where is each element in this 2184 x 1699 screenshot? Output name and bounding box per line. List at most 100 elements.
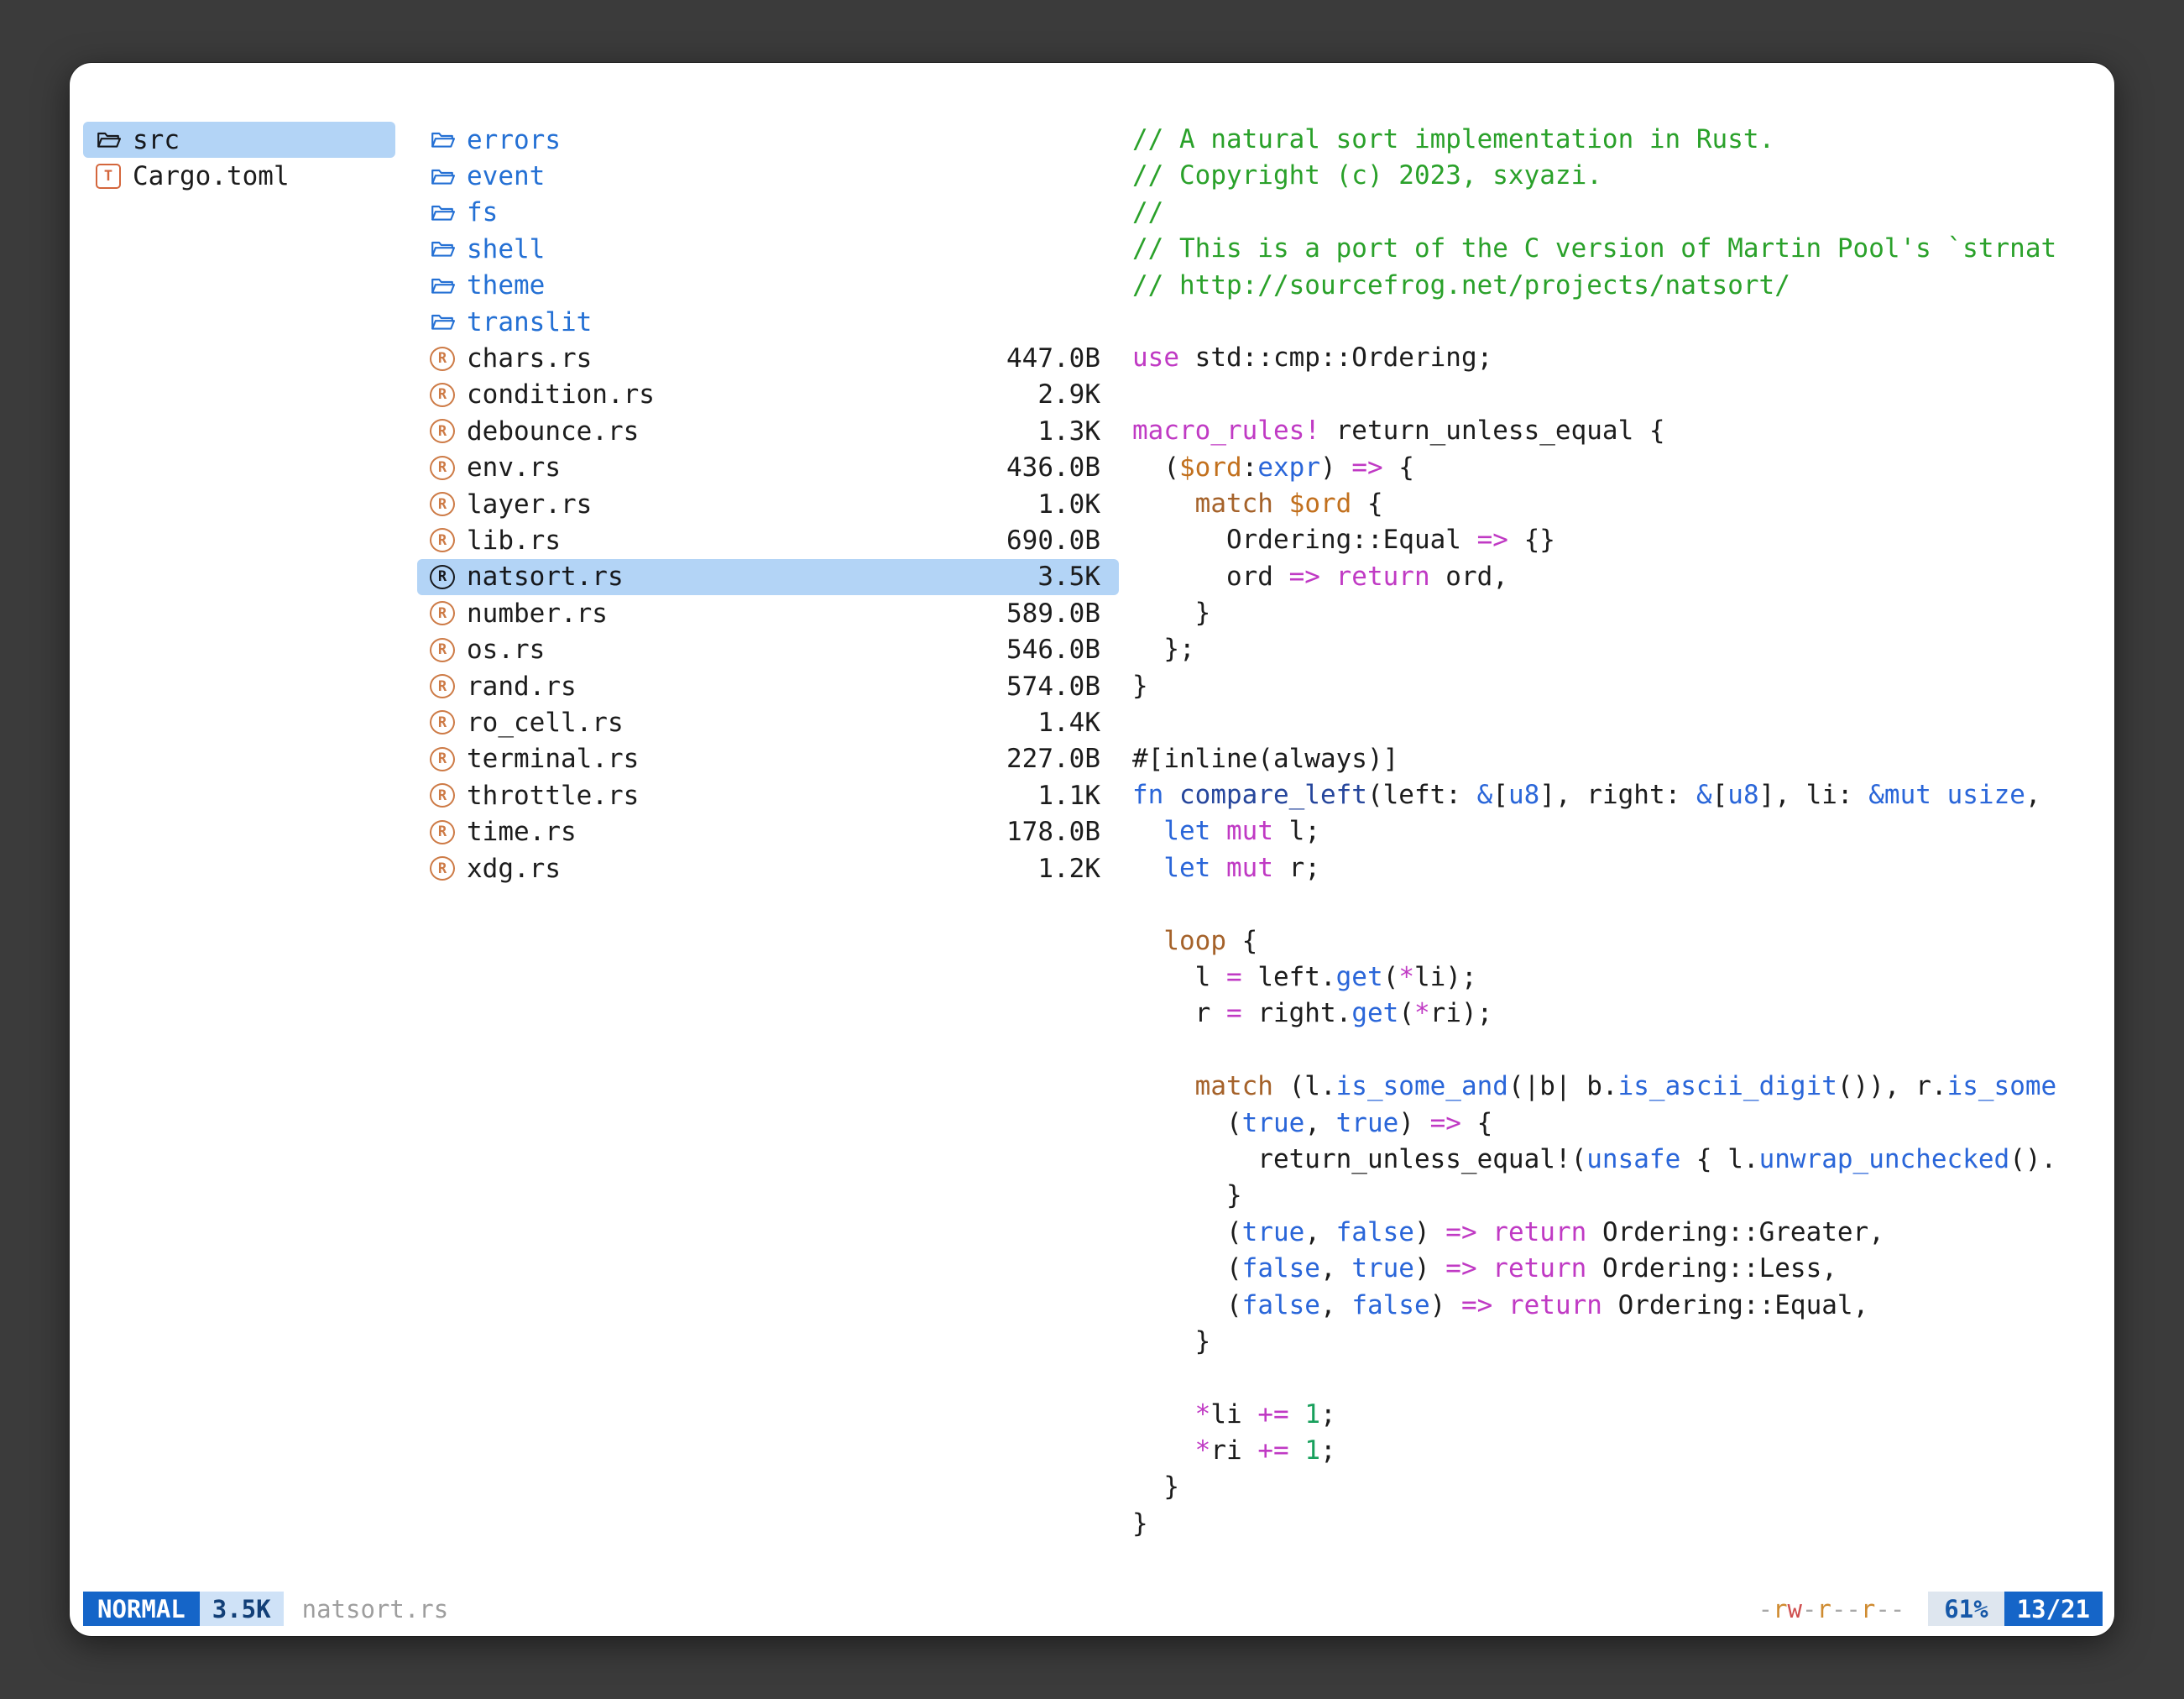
code-line — [1132, 1032, 2103, 1069]
file-name: layer.rs — [467, 489, 592, 520]
rust-icon: R — [430, 565, 455, 589]
folder-open-icon — [430, 238, 455, 260]
file-name: time.rs — [467, 817, 577, 847]
list-item-shell[interactable]: shell — [417, 231, 1119, 267]
list-item-fs[interactable]: fs — [417, 195, 1119, 231]
list-item-env.rs[interactable]: Renv.rs436.0B — [417, 450, 1119, 486]
list-item-xdg.rs[interactable]: Rxdg.rs 1.2K — [417, 850, 1119, 886]
code-line: l = left.get(*li); — [1132, 959, 2103, 996]
file-size: 2.9K — [1037, 379, 1107, 410]
rust-icon: R — [430, 674, 455, 698]
file-name: natsort.rs — [467, 562, 624, 592]
code-line: Ordering::Equal => {} — [1132, 522, 2103, 558]
rust-icon: R — [430, 856, 455, 881]
rust-icon: R — [430, 601, 455, 625]
code-line: (false, false) => return Ordering::Equal… — [1132, 1288, 2103, 1324]
list-item-errors[interactable]: errors — [417, 122, 1119, 158]
rust-icon: R — [430, 456, 455, 480]
list-item-lib.rs[interactable]: Rlib.rs690.0B — [417, 522, 1119, 558]
file-name: condition.rs — [467, 379, 655, 410]
file-name: number.rs — [467, 599, 608, 629]
code-line: }; — [1132, 631, 2103, 667]
file-size-indicator: 3.5K — [200, 1592, 284, 1626]
folder-name: errors — [467, 125, 561, 155]
list-item-chars.rs[interactable]: Rchars.rs 447.0B — [417, 340, 1119, 376]
mode-indicator: NORMAL — [83, 1592, 200, 1626]
folder-name: shell — [467, 234, 545, 264]
file-size: 436.0B — [1006, 452, 1107, 483]
code-line: // This is a port of the C version of Ma… — [1132, 231, 2103, 267]
code-line: loop { — [1132, 923, 2103, 959]
list-item-throttle.rs[interactable]: Rthrottle.rs1.1K — [417, 777, 1119, 813]
code-line — [1132, 304, 2103, 340]
current-panel: errorseventfsshellthemetranslitRchars.rs… — [417, 122, 1119, 1582]
code-line: *ri += 1; — [1132, 1433, 2103, 1469]
file-size: 178.0B — [1006, 817, 1107, 847]
file-size: 1.2K — [1037, 854, 1107, 884]
list-item-theme[interactable]: theme — [417, 268, 1119, 304]
code-line: } — [1132, 668, 2103, 704]
list-item-layer.rs[interactable]: Rlayer.rs1.0K — [417, 486, 1119, 522]
folder-open-icon — [430, 128, 455, 151]
file-name: Cargo.toml — [133, 161, 290, 191]
parent-item-src[interactable]: src — [83, 122, 395, 158]
folder-name: event — [467, 161, 545, 191]
rust-icon: R — [430, 347, 455, 371]
list-item-natsort.rs[interactable]: Rnatsort.rs3.5K — [417, 559, 1119, 595]
file-name: chars.rs — [467, 343, 592, 374]
code-line: // http://sourcefrog.net/projects/natsor… — [1132, 268, 2103, 304]
file-size: 574.0B — [1006, 672, 1107, 702]
code-line: return_unless_equal!(unsafe { l.unwrap_u… — [1132, 1142, 2103, 1178]
code-line: // Copyright (c) 2023, sxyazi. — [1132, 158, 2103, 194]
file-name: lib.rs — [467, 525, 561, 556]
folder-open-icon — [430, 165, 455, 188]
list-item-rand.rs[interactable]: Rrand.rs574.0B — [417, 668, 1119, 704]
list-item-number.rs[interactable]: Rnumber.rs 589.0B — [417, 595, 1119, 631]
code-line: match (l.is_some_and(|b| b.is_ascii_digi… — [1132, 1069, 2103, 1105]
file-size: 546.0B — [1006, 635, 1107, 665]
list-item-event[interactable]: event — [417, 158, 1119, 194]
parent-item-Cargo.toml[interactable]: TCargo.toml — [83, 158, 395, 194]
file-size: 227.0B — [1006, 744, 1107, 774]
list-item-ro_cell.rs[interactable]: Rro_cell.rs1.4K — [417, 704, 1119, 740]
list-item-translit[interactable]: translit — [417, 304, 1119, 340]
folder-name: src — [133, 125, 180, 155]
rust-icon: R — [430, 747, 455, 771]
code-line — [1132, 704, 2103, 740]
rust-icon: R — [430, 710, 455, 734]
list-item-terminal.rs[interactable]: Rterminal.rs 227.0B — [417, 741, 1119, 777]
file-name: terminal.rs — [467, 744, 639, 774]
file-name: throttle.rs — [467, 781, 639, 811]
file-size: 447.0B — [1006, 343, 1107, 374]
file-size: 1.1K — [1037, 781, 1107, 811]
list-item-debounce.rs[interactable]: Rdebounce.rs1.3K — [417, 413, 1119, 449]
main-area: srcTCargo.toml errors event fs shell themetr… — [83, 122, 2103, 1582]
status-filename: natsort.rs — [302, 1595, 449, 1623]
folder-name: fs — [467, 197, 498, 227]
folder-open-icon — [430, 274, 455, 297]
cursor-position: 13/21 — [2004, 1592, 2103, 1626]
code-line: ($ord:expr) => { — [1132, 450, 2103, 486]
rust-icon: R — [430, 383, 455, 407]
file-name: xdg.rs — [467, 854, 561, 884]
file-name: debounce.rs — [467, 416, 639, 447]
yazi-window: srcTCargo.toml errors event fs shell themetr… — [70, 63, 2114, 1636]
code-line: } — [1132, 1469, 2103, 1505]
code-line: (true, false) => return Ordering::Greate… — [1132, 1215, 2103, 1251]
code-line: } — [1132, 1324, 2103, 1360]
rust-icon: R — [430, 492, 455, 516]
rust-icon: R — [430, 638, 455, 662]
code-line — [1132, 886, 2103, 923]
code-line: macro_rules! return_unless_equal { — [1132, 413, 2103, 449]
file-size: 1.4K — [1037, 708, 1107, 738]
code-line: } — [1132, 1178, 2103, 1214]
code-line: r = right.get(*ri); — [1132, 996, 2103, 1032]
file-size: 589.0B — [1006, 599, 1107, 629]
list-item-time.rs[interactable]: Rtime.rs178.0B — [417, 813, 1119, 850]
list-item-os.rs[interactable]: Ros.rs546.0B — [417, 631, 1119, 667]
status-bar: NORMAL 3.5K natsort.rs -rw-r--r-- 61% 13… — [83, 1592, 2103, 1626]
list-item-condition.rs[interactable]: Rcondition.rs 2.9K — [417, 377, 1119, 413]
code-line: } — [1132, 1506, 2103, 1542]
parent-panel: srcTCargo.toml — [83, 122, 395, 1582]
code-line: (false, true) => return Ordering::Less, — [1132, 1251, 2103, 1287]
